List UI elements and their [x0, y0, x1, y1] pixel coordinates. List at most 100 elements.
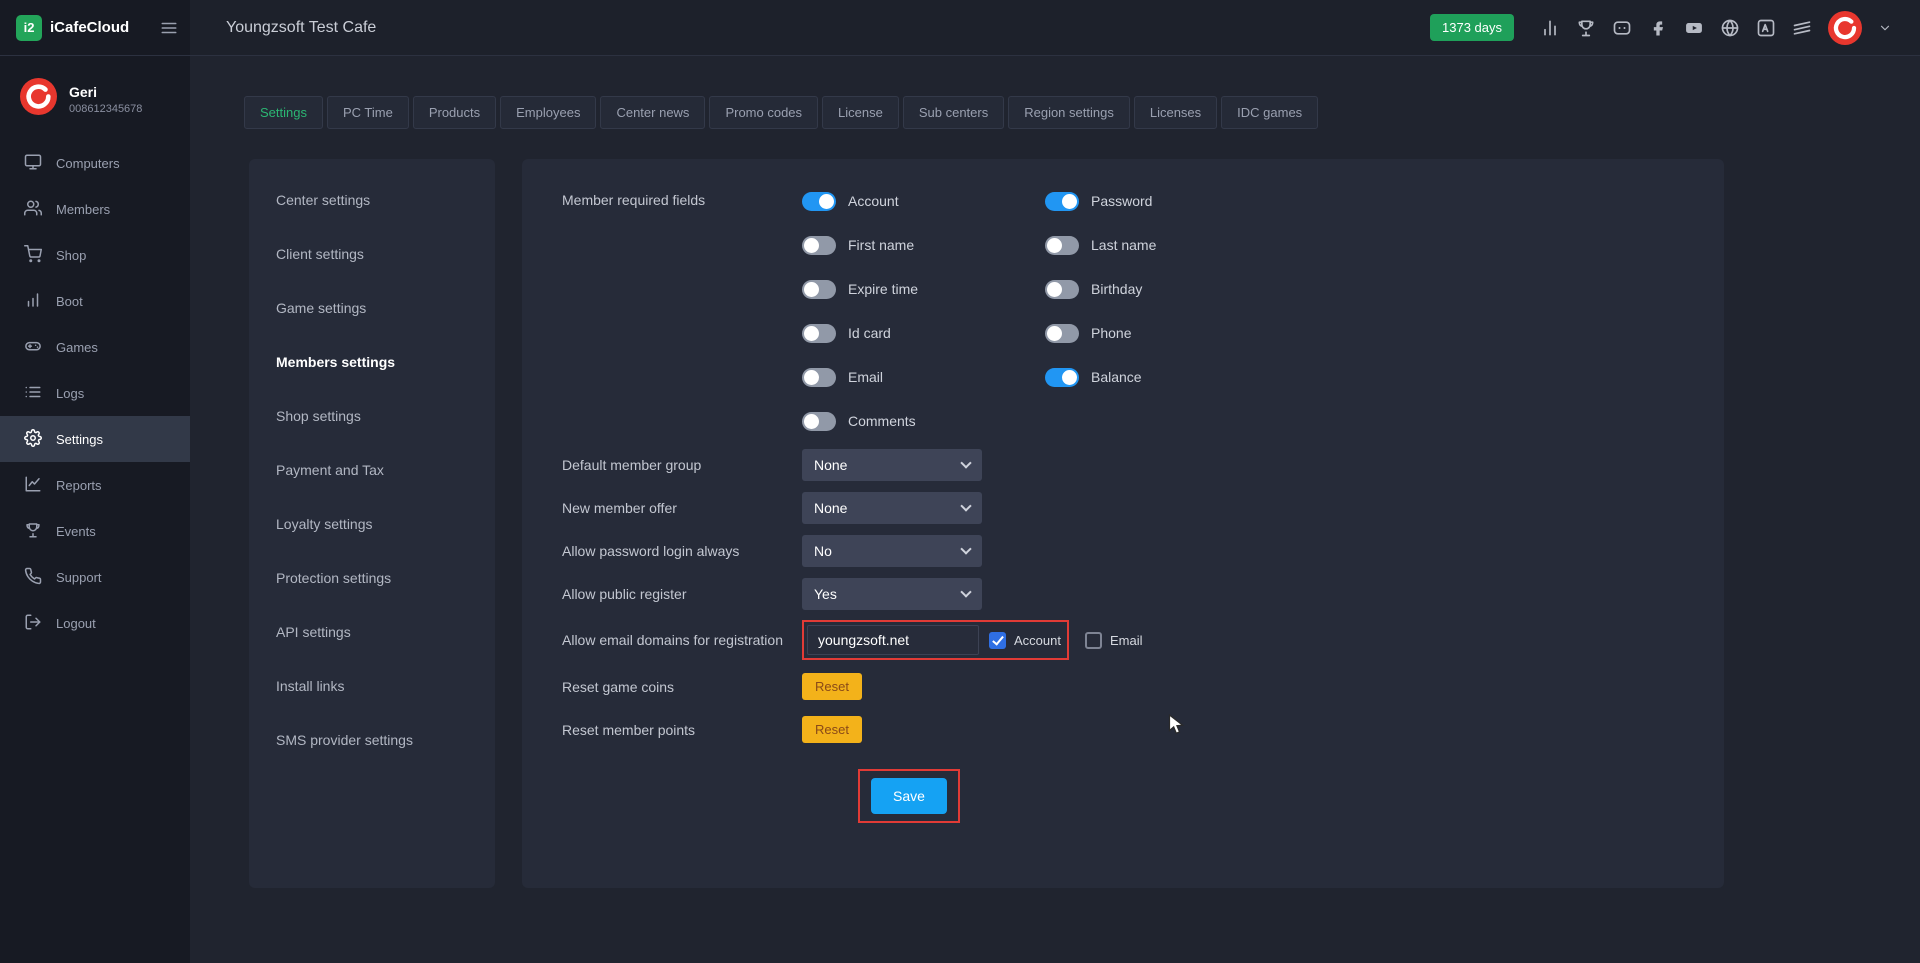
sidebar-item-logs[interactable]: Logs [0, 370, 190, 416]
stats-icon[interactable] [1540, 18, 1560, 38]
sidebar-item-boot[interactable]: Boot [0, 278, 190, 324]
user-avatar[interactable] [1828, 11, 1862, 45]
topbar: i2 iCafeCloud Youngzsoft Test Cafe 1373 … [0, 0, 1920, 56]
allow-public-register-select[interactable]: Yes [802, 578, 982, 610]
toggle-label: Birthday [1091, 281, 1142, 297]
globe-icon[interactable] [1720, 18, 1740, 38]
save-button[interactable]: Save [871, 778, 947, 814]
subnav-install-links[interactable]: Install links [249, 659, 495, 713]
email-checkbox[interactable] [1085, 632, 1102, 649]
member-required-fields-row: Member required fields Account Password [562, 179, 1684, 443]
subnav-protection-settings[interactable]: Protection settings [249, 551, 495, 605]
trophy-icon[interactable] [1576, 18, 1596, 38]
gamepad-icon [24, 337, 42, 358]
subnav-api-settings[interactable]: API settings [249, 605, 495, 659]
subnav-center-settings[interactable]: Center settings [249, 173, 495, 227]
sidebar-item-settings[interactable]: Settings [0, 416, 190, 462]
sidebar-item-games[interactable]: Games [0, 324, 190, 370]
toggle-phone: Phone [1045, 311, 1288, 355]
sidebar-item-reports[interactable]: Reports [0, 462, 190, 508]
subnav-shop-settings[interactable]: Shop settings [249, 389, 495, 443]
toggle-balance-switch[interactable] [1045, 368, 1079, 387]
account-checkbox[interactable] [989, 632, 1006, 649]
tab-employees[interactable]: Employees [500, 96, 596, 129]
logout-icon [24, 613, 42, 634]
tab-licenses[interactable]: Licenses [1134, 96, 1217, 129]
youtube-icon[interactable] [1684, 18, 1704, 38]
sidebar-user: Geri 008612345678 [0, 56, 190, 140]
layers-icon[interactable] [1792, 18, 1812, 38]
tab-idc-games[interactable]: IDC games [1221, 96, 1318, 129]
allow-password-login-select[interactable]: No [802, 535, 982, 567]
sidebar-item-label: Shop [56, 248, 86, 263]
highlight-box-save: Save [858, 769, 960, 823]
toggle-last-name: Last name [1045, 223, 1288, 267]
sidebar-item-logout[interactable]: Logout [0, 600, 190, 646]
toggle-phone-switch[interactable] [1045, 324, 1079, 343]
toggle-id-card-switch[interactable] [802, 324, 836, 343]
toggle-balance: Balance [1045, 355, 1288, 399]
toggle-label: Expire time [848, 281, 918, 297]
sidebar-item-label: Computers [56, 156, 120, 171]
toggle-account: Account [802, 179, 1045, 223]
cafe-title: Youngzsoft Test Cafe [226, 19, 376, 37]
allow-password-login-label: Allow password login always [562, 543, 802, 559]
reset-game-coins-button[interactable]: Reset [802, 673, 862, 700]
allow-password-login-row: Allow password login always No [562, 529, 1684, 572]
tab-promo-codes[interactable]: Promo codes [709, 96, 818, 129]
line-chart-icon [24, 475, 42, 496]
members-icon [24, 199, 42, 220]
topbar-actions: 1373 days [1430, 11, 1920, 45]
tab-center-news[interactable]: Center news [600, 96, 705, 129]
sidebar-item-computers[interactable]: Computers [0, 140, 190, 186]
toggle-account-switch[interactable] [802, 192, 836, 211]
subnav-sms-provider-settings[interactable]: SMS provider settings [249, 713, 495, 767]
sidebar-item-label: Settings [56, 432, 103, 447]
allow-public-register-label: Allow public register [562, 586, 802, 602]
subnav-payment-and-tax[interactable]: Payment and Tax [249, 443, 495, 497]
toggle-expire-time-switch[interactable] [802, 280, 836, 299]
select-value: No [814, 543, 832, 559]
tab-products[interactable]: Products [413, 96, 496, 129]
default-member-group-select[interactable]: None [802, 449, 982, 481]
member-required-fields-label: Member required fields [562, 179, 802, 208]
toggle-password-switch[interactable] [1045, 192, 1079, 211]
sidebar-item-events[interactable]: Events [0, 508, 190, 554]
sidebar-item-label: Events [56, 524, 96, 539]
chevron-down-icon[interactable] [1878, 21, 1892, 35]
toggle-birthday-switch[interactable] [1045, 280, 1079, 299]
toggle-last-name-switch[interactable] [1045, 236, 1079, 255]
days-badge[interactable]: 1373 days [1430, 14, 1514, 41]
tab-sub-centers[interactable]: Sub centers [903, 96, 1004, 129]
translate-icon[interactable] [1756, 18, 1776, 38]
subnav-loyalty-settings[interactable]: Loyalty settings [249, 497, 495, 551]
subnav-members-settings[interactable]: Members settings [249, 335, 495, 389]
tab-region-settings[interactable]: Region settings [1008, 96, 1130, 129]
members-settings-panel: Member required fields Account Password [522, 159, 1724, 888]
email-domains-input[interactable] [807, 625, 979, 655]
hamburger-menu-icon[interactable] [158, 17, 180, 39]
sidebar: Geri 008612345678 Computers Members Shop… [0, 56, 190, 963]
subnav-client-settings[interactable]: Client settings [249, 227, 495, 281]
sidebar-item-label: Reports [56, 478, 102, 493]
tab-settings[interactable]: Settings [244, 96, 323, 129]
subnav-game-settings[interactable]: Game settings [249, 281, 495, 335]
discord-icon[interactable] [1612, 18, 1632, 38]
sidebar-item-support[interactable]: Support [0, 554, 190, 600]
facebook-icon[interactable] [1648, 18, 1668, 38]
user-name: Geri [69, 84, 142, 100]
monitor-icon [24, 153, 42, 174]
toggle-comments-switch[interactable] [802, 412, 836, 431]
sidebar-avatar [20, 78, 57, 120]
list-icon [24, 383, 42, 404]
brand-name: iCafeCloud [50, 19, 150, 36]
new-member-offer-select[interactable]: None [802, 492, 982, 524]
toggle-email-switch[interactable] [802, 368, 836, 387]
sidebar-item-members[interactable]: Members [0, 186, 190, 232]
tab-license[interactable]: License [822, 96, 899, 129]
brand-logo-icon: i2 [16, 15, 42, 41]
toggle-first-name-switch[interactable] [802, 236, 836, 255]
sidebar-item-shop[interactable]: Shop [0, 232, 190, 278]
reset-member-points-button[interactable]: Reset [802, 716, 862, 743]
tab-pc-time[interactable]: PC Time [327, 96, 409, 129]
